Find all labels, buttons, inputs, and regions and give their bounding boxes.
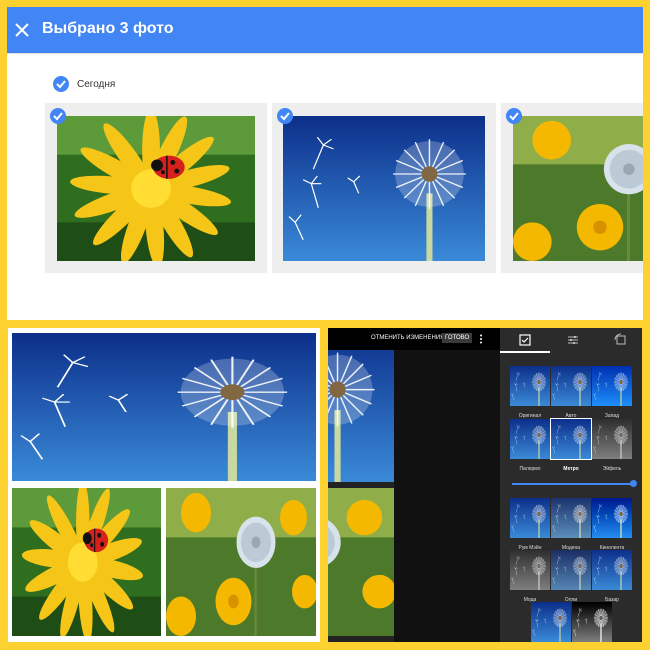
filter-film[interactable]: Кинолента <box>592 498 632 551</box>
filter-thumbnail <box>592 366 632 406</box>
filters-tab-icon[interactable] <box>517 332 533 348</box>
divider <box>7 53 643 54</box>
filter-thumbnail <box>551 550 591 590</box>
filter-room-main[interactable]: Рум Мэйн <box>510 498 550 551</box>
active-tab-indicator <box>500 351 550 353</box>
filter-thumbnail <box>510 419 550 459</box>
filter-panel: Оригинал Авто Запад Палермо Метро Эйфель… <box>500 328 642 642</box>
filter-olli[interactable]: Олли <box>551 550 591 603</box>
editor-seeds-photo <box>328 328 394 482</box>
filter-label: Палермо <box>519 466 541 472</box>
check-icon[interactable] <box>506 108 522 124</box>
app-bar: Выбрано 3 фото <box>7 7 643 53</box>
check-icon[interactable] <box>277 108 293 124</box>
filter-fashion[interactable]: Мода <box>510 550 550 603</box>
dandelion-field-photo <box>513 116 643 261</box>
undo-changes-button[interactable]: ОТМЕНИТЬ ИЗМЕНЕНИЯ <box>371 335 445 341</box>
selection-screen: Выбрано 3 фото Сегодня <box>7 7 643 320</box>
filter-thumbnail <box>572 602 612 642</box>
dandelion-seeds-photo <box>283 116 485 261</box>
filter-auto[interactable]: Авто <box>551 366 591 419</box>
filter-thumbnail <box>510 366 550 406</box>
filter-original[interactable]: Оригинал <box>510 366 550 419</box>
photo-tile-3[interactable] <box>501 103 643 273</box>
editor-field-photo <box>328 488 394 636</box>
collage-ladybug-photo <box>12 488 161 636</box>
filter-palermo[interactable]: Палермо <box>510 419 550 472</box>
filter-thumbnail <box>551 366 591 406</box>
filter-thumbnail <box>592 419 632 459</box>
collage-seeds-photo <box>12 333 316 481</box>
filter-thumbnail <box>592 498 632 538</box>
filter-thumbnail <box>551 498 591 538</box>
filter-extra-1[interactable] <box>531 602 571 642</box>
close-icon[interactable] <box>11 19 33 41</box>
collage-preview <box>8 328 320 642</box>
check-icon[interactable] <box>50 108 66 124</box>
filter-west[interactable]: Запад <box>592 366 632 419</box>
collage-field-photo <box>166 488 316 636</box>
ladybug-dandelion-photo <box>57 116 255 261</box>
editor-canvas <box>394 328 500 642</box>
filter-thumbnail <box>592 550 632 590</box>
filter-modena[interactable]: Модена <box>551 498 591 551</box>
adjustments-tab-icon[interactable] <box>565 332 581 348</box>
filter-label: Эйфель <box>602 466 622 472</box>
more-options-icon[interactable] <box>478 334 484 344</box>
photo-tile-1[interactable] <box>45 103 267 273</box>
filter-thumbnail <box>550 418 592 460</box>
photo-editor: ОТМЕНИТЬ ИЗМЕНЕНИЯ ГОТОВО Оригинал Авто <box>328 328 642 642</box>
filter-thumbnail <box>510 498 550 538</box>
slider-handle[interactable] <box>630 480 637 487</box>
filter-eiffel[interactable]: Эйфель <box>592 419 632 472</box>
crop-rotate-tab-icon[interactable] <box>613 332 629 348</box>
filter-extra-2[interactable] <box>572 602 612 642</box>
date-section-label: Сегодня <box>77 79 116 90</box>
editor-toolbar: ОТМЕНИТЬ ИЗМЕНЕНИЯ ГОТОВО <box>328 328 500 350</box>
filter-thumbnail <box>531 602 571 642</box>
filter-label: Метро <box>563 466 579 472</box>
photo-tile-2[interactable] <box>272 103 496 273</box>
filter-metro-selected[interactable]: Метро <box>550 418 592 472</box>
filter-bazaar[interactable]: Базар <box>592 550 632 603</box>
page-title: Выбрано 3 фото <box>42 20 174 37</box>
filter-thumbnail <box>510 550 550 590</box>
filter-intensity-slider[interactable] <box>512 483 634 485</box>
done-button[interactable]: ГОТОВО <box>442 333 473 343</box>
select-day-checkbox-icon[interactable] <box>53 76 69 92</box>
